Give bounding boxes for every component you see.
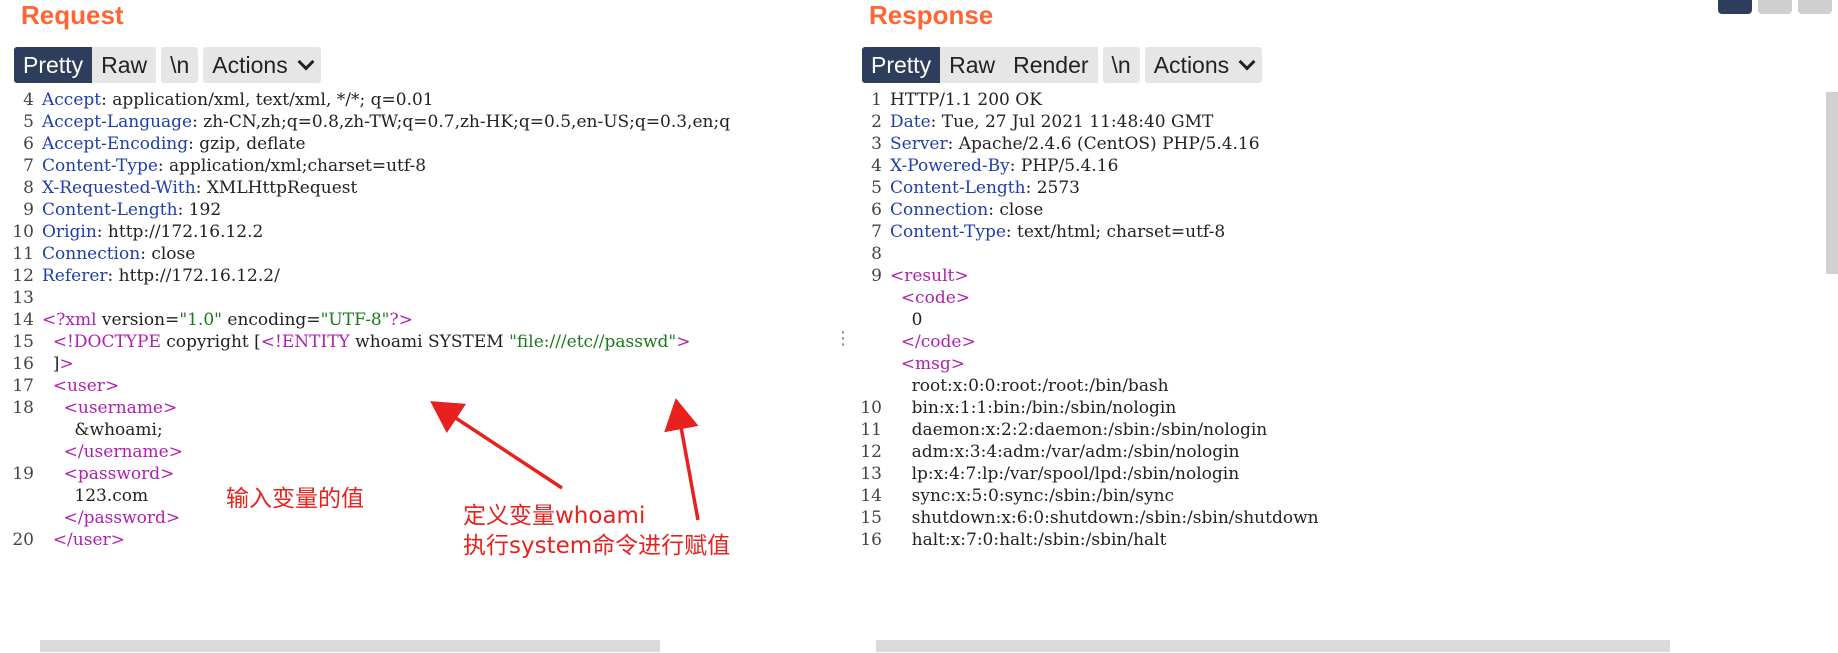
request-horizontal-scrollbar[interactable]	[40, 640, 660, 652]
request-pretty-tab[interactable]: Pretty	[14, 47, 93, 83]
response-actions-menu[interactable]: Actions	[1144, 47, 1263, 83]
response-pretty-tab[interactable]: Pretty	[862, 47, 941, 83]
response-view-mode-group: Pretty Raw Render	[862, 47, 1098, 83]
chevron-down-icon	[1238, 53, 1256, 71]
request-actions-label: Actions	[212, 52, 288, 78]
response-actions-label: Actions	[1153, 52, 1230, 78]
response-title: Response	[869, 0, 994, 30]
request-editor[interactable]: 4 Accept: application/xml, text/xml, */*;…	[0, 90, 830, 653]
request-view-mode-group: Pretty Raw	[14, 47, 157, 83]
chevron-down-icon	[297, 53, 315, 71]
response-editor[interactable]: 1 HTTP/1.1 200 OK 2 Date: Tue, 27 Jul 2021 …	[848, 90, 1838, 653]
line-content: halt:x:7:0:halt:/sbin:/sbin/halt	[890, 530, 1167, 550]
request-newline-toggle[interactable]: \n	[161, 47, 199, 83]
response-raw-tab[interactable]: Raw	[940, 47, 1005, 83]
response-horizontal-scrollbar[interactable]	[876, 640, 1670, 652]
layout-stacked-icon[interactable]	[1758, 0, 1792, 14]
line-number: 16	[860, 530, 882, 550]
response-render-tab[interactable]: Render	[1004, 47, 1098, 83]
layout-side-by-side-icon[interactable]	[1718, 0, 1752, 14]
layout-toggle-group	[1718, 0, 1832, 14]
annotation-input-value: 输入变量的值	[226, 486, 364, 512]
request-actions-menu[interactable]: Actions	[203, 47, 321, 83]
annotation-execute-system: 执行system命令进行赋值	[463, 533, 731, 559]
response-code-line: 16 halt:x:7:0:halt:/sbin:/sbin/halt	[848, 527, 1838, 553]
line-number: 20	[12, 530, 34, 550]
annotation-define-variable: 定义变量whoami	[463, 503, 646, 529]
response-toolbar: Pretty Raw Render \n Actions	[862, 47, 1263, 83]
layout-tabs-icon[interactable]	[1798, 0, 1832, 14]
request-title: Request	[21, 0, 124, 30]
response-newline-toggle[interactable]: \n	[1102, 47, 1140, 83]
request-toolbar: Pretty Raw \n Actions	[14, 47, 321, 83]
line-content: </user>	[52, 530, 125, 550]
request-raw-tab[interactable]: Raw	[92, 47, 157, 83]
response-pane: Response Pretty Raw Render \n Actions 1H…	[848, 0, 1838, 653]
response-vertical-scrollbar[interactable]	[1826, 92, 1838, 274]
